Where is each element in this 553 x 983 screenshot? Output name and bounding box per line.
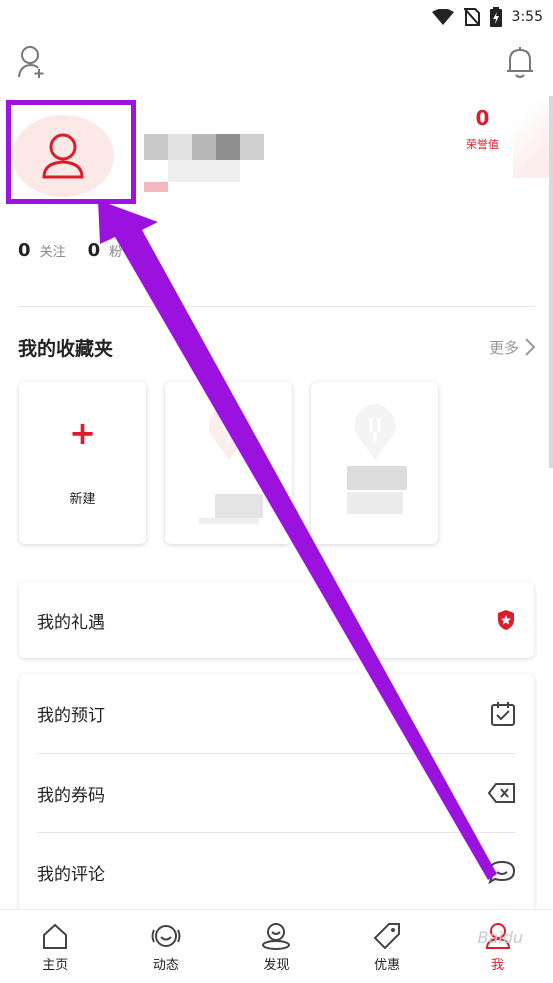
nav-home[interactable]: 主页: [0, 910, 111, 983]
following-label: 关注: [39, 245, 66, 260]
nav-label: 主页: [42, 958, 69, 973]
more-label: 更多: [488, 338, 519, 357]
battery-charging-icon: [489, 7, 502, 27]
nav-label: 我: [491, 958, 505, 973]
followers-count: 0: [87, 240, 101, 261]
folder-info-blurred: [347, 492, 403, 514]
followers-stat[interactable]: 0 粉: [88, 240, 123, 261]
new-favorite-card[interactable]: + 新建: [19, 382, 146, 544]
favorites-header: 我的收藏夹 更多: [18, 333, 535, 361]
menu-label: 我的预订: [37, 706, 105, 726]
favorites-more-link[interactable]: 更多: [489, 337, 535, 358]
divider: [18, 306, 535, 307]
folder-info-blurred: [199, 518, 259, 524]
honor-stat[interactable]: 0 荣誉值: [466, 106, 499, 152]
no-sim-icon: [463, 8, 480, 26]
user-info-blurred: [168, 160, 240, 182]
username-blurred: [144, 134, 264, 160]
favorites-list: + 新建: [19, 382, 438, 544]
menu-label: 我的评论: [37, 864, 105, 885]
menu-item-reservations[interactable]: 我的预订: [19, 674, 534, 753]
menu-label: 我的礼遇: [37, 612, 105, 633]
favorites-title: 我的收藏夹: [18, 337, 114, 360]
user-icon: [42, 133, 84, 179]
location-pin-icon: [208, 404, 250, 460]
favorite-folder-card[interactable]: [311, 382, 438, 544]
calendar-check-icon: [491, 701, 515, 726]
status-time: 3:55: [511, 9, 543, 25]
profile-section: 0 荣誉值 0 关注 0 粉: [0, 98, 553, 298]
menu-item-coupons[interactable]: 我的券码: [37, 753, 516, 832]
folder-name-blurred: [347, 466, 407, 490]
moments-icon: [151, 925, 181, 947]
bell-icon: [507, 47, 533, 78]
followers-label: 粉: [109, 245, 123, 260]
nav-discover[interactable]: 发现: [221, 910, 332, 983]
nav-label: 优惠: [374, 958, 401, 973]
folder-name-blurred: [215, 494, 263, 518]
tag-icon: [373, 923, 401, 950]
nav-label: 发现: [263, 958, 290, 973]
add-friend-button[interactable]: [12, 42, 52, 82]
comment-icon: [488, 860, 516, 884]
discover-icon: [262, 923, 291, 950]
home-icon: [43, 923, 68, 949]
menu-item-gift[interactable]: 我的礼遇: [19, 582, 534, 658]
honor-label: 荣誉值: [466, 138, 499, 151]
orders-menu-card: 我的预订 我的券码 我的评论: [19, 674, 534, 912]
nav-deals[interactable]: 优惠: [332, 910, 443, 983]
watermark: Baidu: [477, 928, 523, 947]
wifi-icon: [431, 9, 454, 25]
user-level-tag: [144, 182, 168, 192]
gift-menu-card: 我的礼遇: [19, 582, 534, 658]
new-favorite-label: 新建: [69, 492, 96, 507]
nav-label: 动态: [152, 958, 179, 973]
favorite-folder-card[interactable]: [165, 382, 292, 544]
menu-label: 我的券码: [37, 785, 105, 806]
honor-value: 0: [475, 106, 490, 130]
following-stat[interactable]: 0 关注: [18, 240, 66, 261]
following-count: 0: [18, 240, 31, 261]
follow-stats: 0 关注 0 粉: [18, 240, 122, 261]
honor-decoration: [513, 98, 553, 178]
nav-moments[interactable]: 动态: [111, 910, 222, 983]
annotation-highlight-box: [6, 100, 136, 204]
badge-icon: [498, 610, 514, 630]
bottom-nav: 主页 动态 发现 优惠 我: [0, 909, 553, 983]
chevron-right-icon: [525, 338, 535, 356]
scrollbar[interactable]: [549, 96, 553, 468]
location-pin-icon: [354, 404, 396, 460]
avatar[interactable]: [12, 115, 114, 197]
notification-button[interactable]: [500, 42, 540, 82]
top-bar: [0, 40, 553, 90]
add-friend-icon: [18, 46, 44, 78]
menu-item-reviews[interactable]: 我的评论: [37, 832, 516, 911]
status-bar: 3:55: [0, 0, 553, 34]
plus-icon: +: [69, 414, 96, 452]
ticket-icon: [488, 783, 515, 803]
